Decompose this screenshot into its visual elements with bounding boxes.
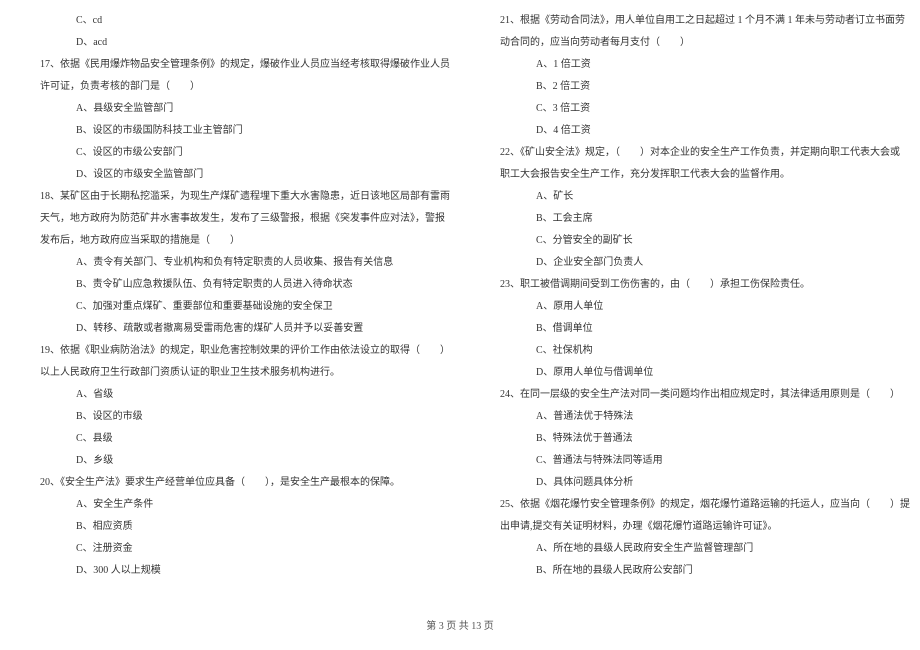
- q20-opt-a: A、安全生产条件: [40, 494, 420, 516]
- right-column: 21、根据《劳动合同法》，用人单位自用工之日起超过 1 个月不满 1 年未与劳动…: [460, 0, 920, 620]
- q16-opt-d: D、acd: [40, 32, 420, 54]
- q21-opt-d: D、4 倍工资: [500, 120, 880, 142]
- q24-opt-b: B、特殊法优于普通法: [500, 428, 880, 450]
- q17-stem-1: 17、依据《民用爆炸物品安全管理条例》的规定，爆破作业人员应当经考核取得爆破作业…: [40, 54, 420, 76]
- q22-opt-c: C、分管安全的副矿长: [500, 230, 880, 252]
- q21-stem-2: 动合同的，应当向劳动者每月支付（ ）: [500, 32, 880, 54]
- q25-stem-1: 25、依据《烟花爆竹安全管理条例》的规定，烟花爆竹道路运输的托运人，应当向（ ）…: [500, 494, 880, 516]
- q18-stem-3: 发布后，地方政府应当采取的措施是（ ）: [40, 230, 420, 252]
- q22-opt-d: D、企业安全部门负责人: [500, 252, 880, 274]
- q20-opt-c: C、注册资金: [40, 538, 420, 560]
- page-footer: 第 3 页 共 13 页: [0, 620, 920, 634]
- q23-opt-c: C、社保机构: [500, 340, 880, 362]
- q24-opt-a: A、普通法优于特殊法: [500, 406, 880, 428]
- q23-stem: 23、职工被借调期间受到工伤伤害的，由（ ）承担工伤保险责任。: [500, 274, 880, 296]
- q17-opt-d: D、设区的市级安全监管部门: [40, 164, 420, 186]
- q16-opt-c: C、cd: [40, 10, 420, 32]
- q23-opt-a: A、原用人单位: [500, 296, 880, 318]
- q25-stem-2: 出申请,提交有关证明材料，办理《烟花爆竹道路运输许可证》。: [500, 516, 880, 538]
- q17-opt-c: C、设区的市级公安部门: [40, 142, 420, 164]
- q20-opt-d: D、300 人以上规模: [40, 560, 420, 582]
- q22-opt-b: B、工会主席: [500, 208, 880, 230]
- q24-opt-c: C、普通法与特殊法同等适用: [500, 450, 880, 472]
- q19-opt-d: D、乡级: [40, 450, 420, 472]
- q22-stem-2: 职工大会报告安全生产工作，充分发挥职工代表大会的监督作用。: [500, 164, 880, 186]
- q21-opt-c: C、3 倍工资: [500, 98, 880, 120]
- q18-opt-c: C、加强对重点煤矿、重要部位和重要基础设施的安全保卫: [40, 296, 420, 318]
- q21-opt-a: A、1 倍工资: [500, 54, 880, 76]
- page-body: C、cd D、acd 17、依据《民用爆炸物品安全管理条例》的规定，爆破作业人员…: [0, 0, 920, 620]
- q18-opt-b: B、责令矿山应急救援队伍、负有特定职责的人员进入待命状态: [40, 274, 420, 296]
- q18-stem-1: 18、某矿区由于长期私挖滥采，为现生产煤矿遗程埋下重大水害隐患，近日该地区局部有…: [40, 186, 420, 208]
- q19-stem-2: 以上人民政府卫生行政部门资质认证的职业卫生技术服务机构进行。: [40, 362, 420, 384]
- q19-opt-a: A、省级: [40, 384, 420, 406]
- q17-opt-b: B、设区的市级国防科技工业主管部门: [40, 120, 420, 142]
- q18-opt-a: A、责令有关部门、专业机构和负有特定职责的人员收集、报告有关信息: [40, 252, 420, 274]
- q17-stem-2: 许可证，负责考核的部门是（ ）: [40, 76, 420, 98]
- q19-opt-c: C、县级: [40, 428, 420, 450]
- q25-opt-b: B、所在地的县级人民政府公安部门: [500, 560, 880, 582]
- q19-opt-b: B、设区的市级: [40, 406, 420, 428]
- q22-stem-1: 22、《矿山安全法》规定，（ ）对本企业的安全生产工作负责，并定期向职工代表大会…: [500, 142, 880, 164]
- q25-opt-a: A、所在地的县级人民政府安全生产监督管理部门: [500, 538, 880, 560]
- q24-opt-d: D、具体问题具体分析: [500, 472, 880, 494]
- q23-opt-b: B、借调单位: [500, 318, 880, 340]
- q21-opt-b: B、2 倍工资: [500, 76, 880, 98]
- q22-opt-a: A、矿长: [500, 186, 880, 208]
- q21-stem-1: 21、根据《劳动合同法》，用人单位自用工之日起超过 1 个月不满 1 年未与劳动…: [500, 10, 880, 32]
- q20-stem: 20、《安全生产法》要求生产经营单位应具备（ ），是安全生产最根本的保障。: [40, 472, 420, 494]
- q23-opt-d: D、原用人单位与借调单位: [500, 362, 880, 384]
- q20-opt-b: B、相应资质: [40, 516, 420, 538]
- q17-opt-a: A、县级安全监管部门: [40, 98, 420, 120]
- q24-stem: 24、在同一层级的安全生产法对同一类问题均作出相应规定时，其法律适用原则是（ ）: [500, 384, 880, 406]
- q18-stem-2: 天气，地方政府为防范矿井水害事故发生，发布了三级警报，根据《突发事件应对法》，警…: [40, 208, 420, 230]
- q18-opt-d: D、转移、疏散或者撤离易受雷雨危害的煤矿人员并予以妥善安置: [40, 318, 420, 340]
- q19-stem-1: 19、依据《职业病防治法》的规定，职业危害控制效果的评价工作由依法设立的取得（ …: [40, 340, 420, 362]
- left-column: C、cd D、acd 17、依据《民用爆炸物品安全管理条例》的规定，爆破作业人员…: [0, 0, 460, 620]
